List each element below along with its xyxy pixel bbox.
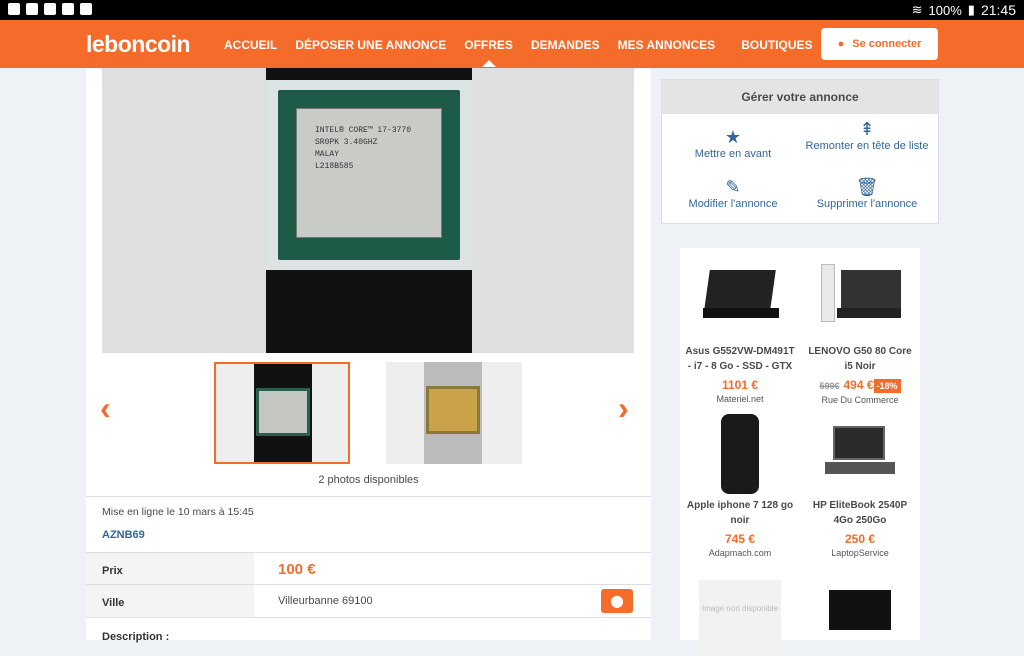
nav-item-deposer[interactable]: DÉPOSER UNE ANNONCE (295, 38, 446, 52)
highlight-button[interactable]: ★ Mettre en avant (664, 127, 802, 162)
login-button[interactable]: ● Se connecter (821, 28, 938, 60)
notification-icons (8, 3, 92, 15)
discount-badge: -18% (873, 379, 901, 393)
laptop-image (819, 414, 901, 490)
ad-shop: Materiel.net (716, 394, 764, 404)
laptop-image (819, 260, 901, 336)
ad-shop: Rue Du Commerce (821, 395, 899, 405)
ad-name: LENOVO G50 80 Core i5 Noir (808, 346, 912, 372)
price-label: Prix (86, 553, 254, 585)
ad-item[interactable]: Image non disponible (680, 580, 800, 656)
seller-link[interactable]: AZNB69 (102, 529, 145, 541)
nav-item-demandes[interactable]: DEMANDES (531, 38, 600, 52)
ad-shop: LaptopService (831, 548, 889, 558)
cpu-image: INTEL® CORE™ i7-3770 SR0PK 3.40GHZ MALAY… (266, 80, 472, 270)
posted-date: Mise en ligne le 10 mars à 15:45 (102, 506, 254, 518)
city-value: Villeurbanne 69100 (278, 595, 373, 607)
status-bar: ≋ 100% ▮ 21:45 (0, 0, 1024, 20)
laptop-image (819, 580, 901, 656)
city-row: Ville Villeurbanne 69100 ⬤ (86, 584, 651, 617)
clock: 21:45 (980, 2, 1016, 18)
chip-line: MALAY (315, 150, 340, 159)
ad-item[interactable]: HP EliteBook 2540P 4Go 250Go 250 € Lapto… (800, 414, 920, 558)
pencil-icon: ✎ (725, 177, 741, 197)
ad-item[interactable]: Asus G552VW-DM491T - i7 - 8 Go - SSD - G… (680, 260, 800, 404)
ad-shop: Adapmach.com (708, 548, 772, 558)
ad-price: 1101 € (721, 378, 759, 392)
bump-button[interactable]: ⇞ Remonter en tête de liste (798, 119, 936, 154)
star-icon: ★ (724, 127, 742, 147)
trash-icon: 🗑 (855, 177, 879, 197)
ads-panel: Asus G552VW-DM491T - i7 - 8 Go - SSD - G… (680, 248, 920, 656)
thumbnail-2[interactable] (386, 362, 522, 464)
ad-item[interactable] (800, 580, 920, 656)
delete-label: Supprimer l'annonce (816, 198, 918, 210)
ad-name: Asus G552VW-DM491T - i7 - 8 Go - SSD - G… (685, 346, 795, 372)
main-photo[interactable]: INTEL® CORE™ i7-3770 SR0PK 3.40GHZ MALAY… (102, 68, 634, 353)
chip-line: SR0PK 3.40GHZ (315, 138, 378, 147)
wifi-icon: ≋ (911, 2, 923, 17)
login-label: Se connecter (852, 38, 922, 50)
ad-name: Apple iphone 7 128 go noir (686, 500, 794, 526)
nav-item-mes-annonces[interactable]: MES ANNONCES (618, 38, 716, 52)
ad-item[interactable]: LENOVO G50 80 Core i5 Noir 599€ 494 € -18%… (800, 260, 920, 405)
ad-price: 494 € (843, 378, 874, 392)
prev-photo-arrow-icon[interactable]: ‹ (100, 390, 111, 427)
no-image-placeholder: Image non disponible (699, 580, 781, 656)
manage-listing-box: Gérer votre annonce ★ Mettre en avant ⇞ … (661, 79, 939, 224)
laptop-image (699, 260, 781, 336)
ad-item[interactable]: Apple iphone 7 128 go noir 745 € Adapmac… (680, 414, 800, 558)
highlight-label: Mettre en avant (694, 148, 772, 160)
site-logo[interactable]: leboncoin (86, 31, 191, 58)
nav-item-offres[interactable]: OFFRES (464, 38, 513, 67)
bump-label: Remonter en tête de liste (805, 140, 929, 152)
edit-label: Modifier l'annonce (688, 198, 778, 210)
photo-count: 2 photos disponibles (318, 474, 419, 486)
chip-line: INTEL® CORE™ i7-3770 (315, 126, 412, 135)
map-pin-button[interactable]: ⬤ (601, 589, 633, 613)
ad-name: HP EliteBook 2540P 4Go 250Go (812, 500, 908, 526)
user-icon: ● (837, 38, 845, 50)
edit-button[interactable]: ✎ Modifier l'annonce (664, 177, 802, 212)
top-navigation: leboncoin ACCUEIL DÉPOSER UNE ANNONCE OF… (0, 20, 1024, 68)
thumbnail-strip: ‹ › 2 photos disponibles (86, 360, 651, 490)
delete-button[interactable]: 🗑 Supprimer l'annonce (798, 177, 936, 212)
listing-panel: INTEL® CORE™ i7-3770 SR0PK 3.40GHZ MALAY… (86, 68, 651, 643)
sort-up-icon: ⇞ (859, 119, 875, 139)
chip-line: L218B585 (315, 162, 354, 171)
manage-title: Gérer votre annonce (662, 80, 938, 114)
ad-old-price: 599€ (819, 381, 840, 391)
ad-price: 745 € (724, 532, 756, 546)
price-row: Prix 100 € (86, 552, 651, 585)
ad-price: 250 € (844, 532, 876, 546)
next-photo-arrow-icon[interactable]: › (618, 390, 629, 427)
nav-item-boutiques[interactable]: BOUTIQUES (741, 38, 812, 52)
phone-image (699, 414, 781, 494)
description-heading: Description : (102, 631, 170, 643)
city-label: Ville (86, 585, 254, 617)
map-pin-icon: ⬤ (610, 594, 624, 608)
nav-item-accueil[interactable]: ACCUEIL (224, 38, 277, 52)
thumbnail-1[interactable] (214, 362, 350, 464)
price-value: 100 € (278, 560, 316, 578)
battery-icon: ▮ (967, 2, 975, 17)
battery-percent: 100% (928, 2, 962, 18)
